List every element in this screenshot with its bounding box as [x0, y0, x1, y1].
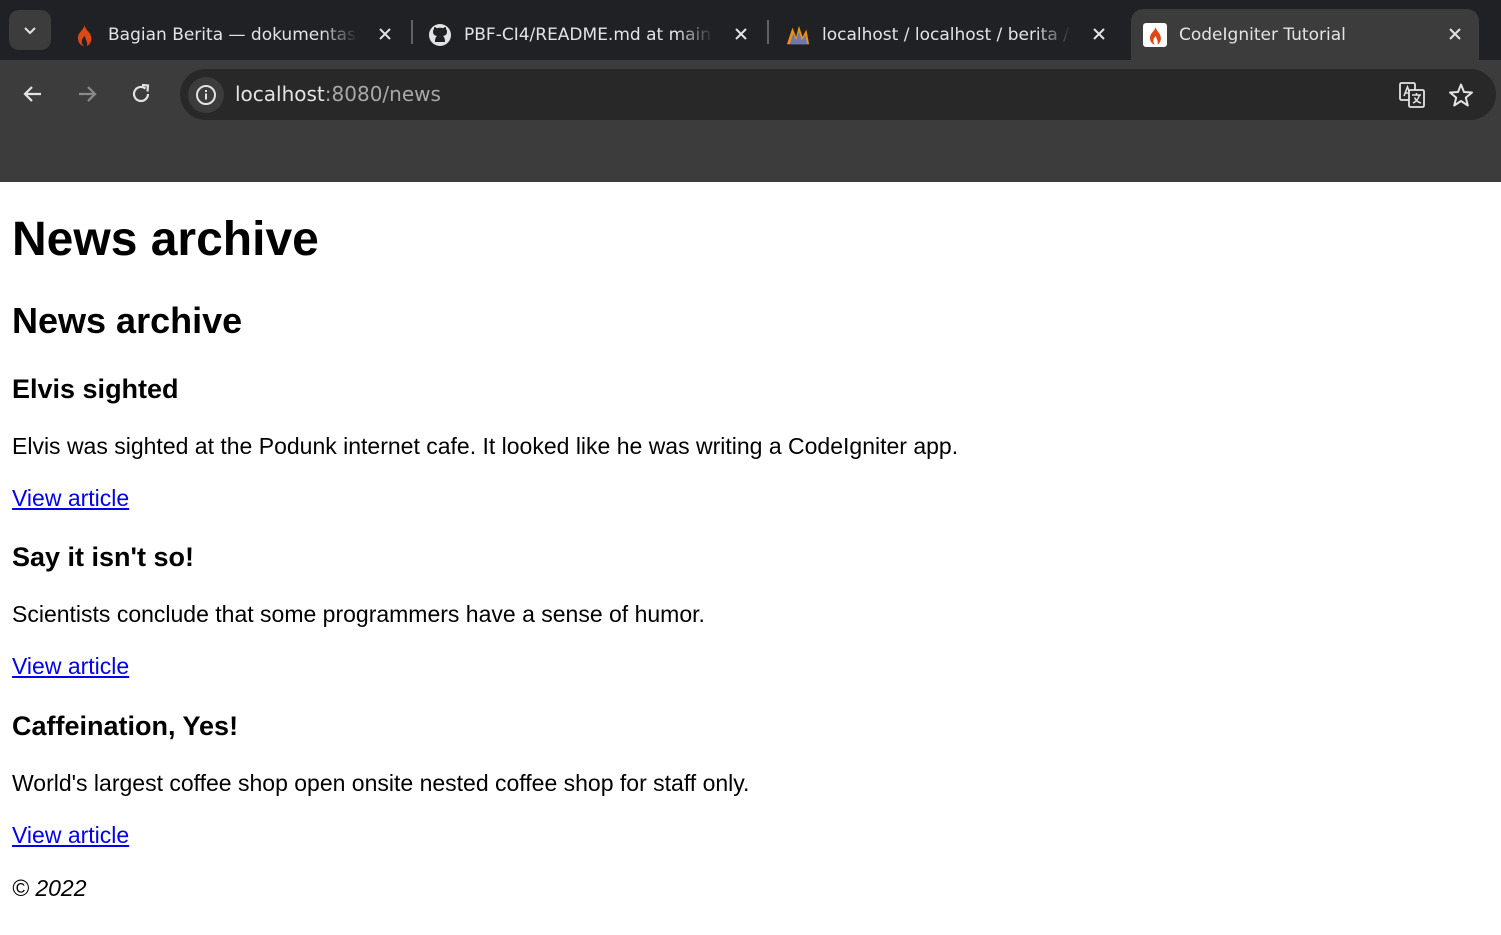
page-title: News archive — [12, 213, 319, 266]
reload-icon — [132, 83, 150, 103]
github-icon — [428, 23, 452, 47]
tab-1-close-icon[interactable] — [372, 21, 398, 47]
codeigniter-flame-icon — [1143, 23, 1167, 47]
tab-4-close-icon[interactable] — [1442, 21, 1468, 47]
url-path: :8080/news — [324, 82, 441, 106]
phpmyadmin-icon — [786, 23, 810, 47]
view-article-link[interactable]: View article — [12, 655, 129, 678]
star-icon — [1449, 83, 1473, 107]
translate-button[interactable] — [1398, 81, 1426, 109]
back-button[interactable] — [13, 74, 53, 114]
news-item-title: Elvis sighted — [12, 374, 179, 404]
tab-3[interactable]: localhost / localhost / berita / news — [786, 10, 1112, 60]
news-item-body: World's largest coffee shop open onsite … — [12, 770, 750, 796]
arrow-right-icon — [79, 86, 97, 102]
tab-2-close-icon[interactable] — [728, 21, 754, 47]
footer-copyright: © 2022 — [12, 875, 87, 901]
url-host: localhost — [235, 82, 325, 106]
view-article-link[interactable]: View article — [12, 824, 129, 847]
tab-separator — [767, 20, 769, 44]
codeigniter-flame-icon — [72, 23, 96, 47]
browser-chrome: Bagian Berita — dokumentasi CodeIgniter … — [0, 0, 1501, 182]
tab-3-title: localhost / localhost / berita / news — [822, 25, 1072, 45]
tab-1[interactable]: Bagian Berita — dokumentasi CodeIgniter — [72, 10, 398, 60]
tab-1-title: Bagian Berita — dokumentasi CodeIgniter — [108, 25, 358, 45]
view-article-link[interactable]: View article — [12, 487, 129, 510]
arrow-left-icon — [23, 86, 41, 102]
tab-2-title: PBF-CI4/README.md at main · sandhikagali… — [464, 25, 714, 45]
tab-search-button[interactable] — [9, 10, 51, 50]
news-item-title: Say it isn't so! — [12, 542, 194, 572]
news-item-body: Scientists conclude that some programmer… — [12, 601, 705, 627]
news-item-title: Caffeination, Yes! — [12, 711, 239, 741]
forward-button[interactable] — [67, 74, 107, 114]
page-content: News archive News archive Elvis sighted … — [0, 182, 1501, 935]
reload-button[interactable] — [121, 74, 161, 114]
tab-3-close-icon[interactable] — [1086, 21, 1112, 47]
news-item-body: Elvis was sighted at the Podunk internet… — [12, 433, 959, 459]
translate-icon — [1399, 82, 1425, 108]
chevron-down-icon — [24, 27, 36, 35]
tab-4-title: CodeIgniter Tutorial — [1179, 25, 1346, 45]
site-info-button[interactable] — [188, 77, 224, 113]
info-icon — [196, 85, 216, 105]
archive-heading: News archive — [12, 300, 243, 341]
tab-2[interactable]: PBF-CI4/README.md at main · sandhikagali… — [428, 10, 754, 60]
address-bar[interactable]: localhost:8080/news — [180, 69, 1496, 120]
bookmark-button[interactable] — [1447, 81, 1475, 109]
tab-4-active[interactable]: CodeIgniter Tutorial — [1143, 10, 1468, 60]
tab-strip: Bagian Berita — dokumentasi CodeIgniter … — [0, 0, 1501, 60]
tab-separator — [411, 20, 413, 44]
url-text[interactable]: localhost:8080/news — [235, 82, 441, 106]
